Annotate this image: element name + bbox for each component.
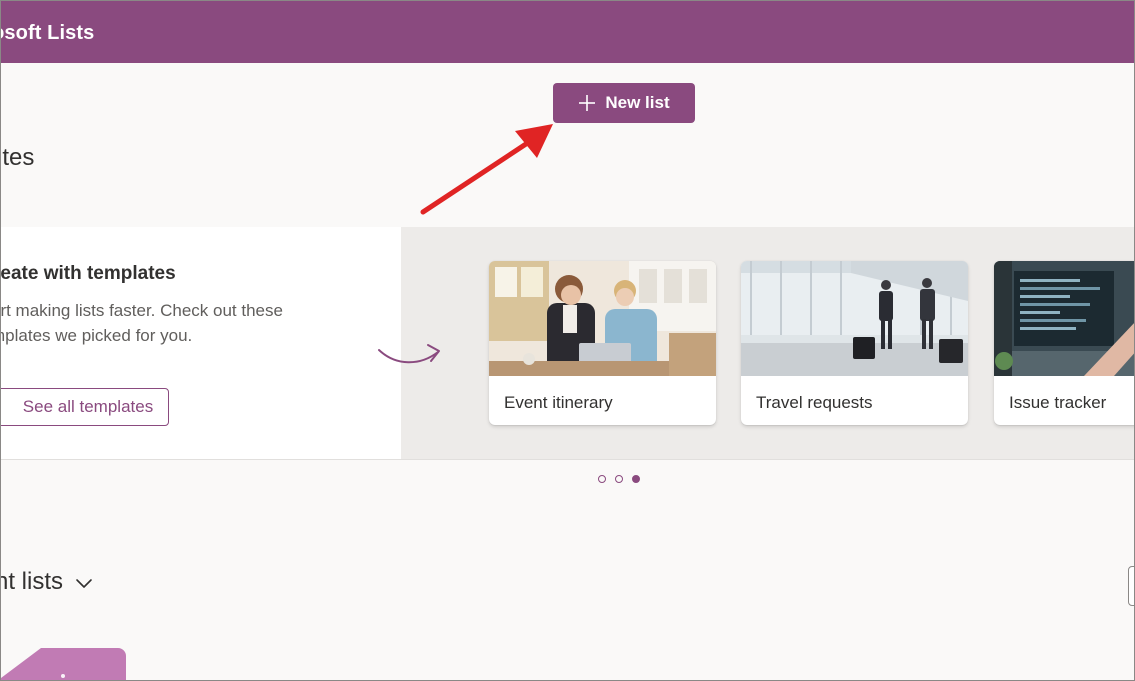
template-card-travel-requests[interactable]: Travel requests (741, 261, 968, 425)
view-toggle-button[interactable] (1128, 566, 1134, 606)
annotation-arrow-icon (420, 124, 553, 215)
issue-tracker-thumbnail (994, 261, 1134, 376)
plus-icon (579, 95, 596, 111)
recent-list-tile[interactable] (1, 648, 126, 680)
templates-intro-line: art making lists faster. Check out these (0, 301, 283, 320)
templates-intro-title: reate with templates (0, 263, 176, 284)
templates-intro-description: art making lists faster. Check out these… (0, 298, 321, 348)
pager-dot-3[interactable] (632, 475, 640, 483)
templates-panel: reate with templates art making lists fa… (1, 227, 1134, 460)
favorites-heading: ites (0, 144, 35, 171)
suite-header: crosoft Lists (1, 1, 1134, 63)
travel-requests-thumbnail (741, 261, 968, 376)
template-card-label: Travel requests (756, 393, 873, 412)
template-card-issue-tracker[interactable]: Issue tracker (994, 261, 1134, 425)
app-title[interactable]: crosoft Lists (1, 22, 94, 45)
list-tile-icon (61, 674, 65, 678)
new-list-label: New list (605, 93, 670, 112)
recent-lists-dropdown[interactable]: nt lists (0, 568, 93, 596)
event-itinerary-thumbnail (489, 261, 716, 376)
templates-intro: reate with templates art making lists fa… (1, 227, 401, 459)
curved-arrow-icon (378, 344, 440, 364)
chevron-down-icon (76, 579, 92, 588)
new-list-button[interactable]: New list (553, 83, 695, 123)
see-all-templates-button[interactable]: See all templates (1, 388, 169, 426)
templates-intro-line: mplates we picked for you. (0, 326, 193, 345)
recent-lists-heading: nt lists (0, 568, 64, 595)
template-pager (598, 475, 640, 483)
pager-dot-2[interactable] (615, 475, 623, 483)
app-window: crosoft Lists New list ites reate with t… (0, 0, 1135, 681)
template-card-event-itinerary[interactable]: Event itinerary (489, 261, 716, 425)
pager-dot-1[interactable] (598, 475, 606, 483)
template-card-label: Issue tracker (1009, 393, 1107, 412)
template-card-label: Event itinerary (504, 393, 613, 412)
